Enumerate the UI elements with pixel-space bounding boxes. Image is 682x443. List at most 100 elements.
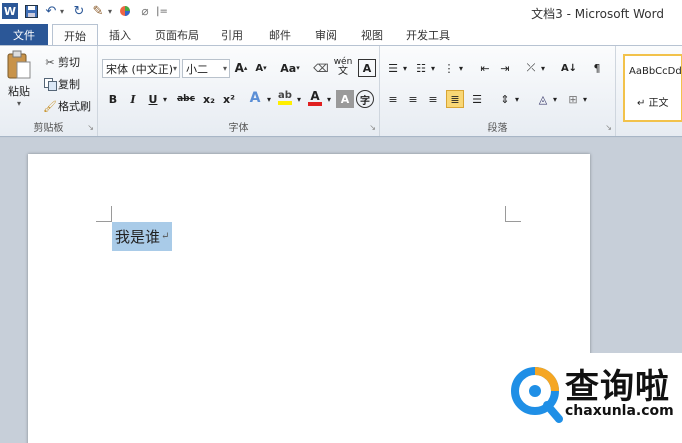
multilevel-dropdown-icon[interactable]: ▾ — [456, 59, 466, 77]
style-sample-text: AaBbCcDd — [629, 66, 682, 77]
scissors-icon: ✂ — [45, 55, 55, 69]
tab-home[interactable]: 开始 — [52, 24, 98, 46]
text-effects-dropdown-icon[interactable]: ▾ — [264, 90, 274, 108]
clipboard-launcher-icon[interactable]: ↘ — [87, 123, 94, 132]
paste-icon — [7, 50, 31, 79]
tab-insert[interactable]: 插入 — [102, 24, 138, 45]
font-color-dropdown-icon[interactable]: ▾ — [324, 90, 334, 108]
ribbon: 粘贴 ▾ ✂ 剪切 复制 🖌 格式刷 剪贴板 ↘ 宋体 (中文正) ▾ 小二 ▾ — [0, 45, 682, 137]
word-app-icon[interactable]: W — [2, 3, 18, 19]
document-text: 我是谁 — [115, 228, 161, 246]
distributed-icon[interactable]: ☰ — [468, 90, 486, 108]
font-color-button[interactable]: A — [306, 89, 324, 107]
tab-references[interactable]: 引用 — [214, 24, 250, 45]
format-painter-label: 格式刷 — [58, 100, 91, 113]
phonetic-guide-button[interactable]: wén 文 — [332, 58, 354, 77]
copy-button[interactable]: 复制 — [42, 76, 80, 92]
align-right-icon[interactable]: ≡ — [424, 90, 442, 108]
watermark-logo: 查询啦 chaxunla.com — [503, 353, 682, 443]
font-launcher-icon[interactable]: ↘ — [369, 123, 376, 132]
spelling-icon[interactable]: ✎ — [90, 3, 106, 19]
paste-button[interactable]: 粘贴 ▾ — [4, 50, 34, 112]
char-border-button[interactable]: A — [358, 59, 376, 77]
paragraph-launcher-icon[interactable]: ↘ — [605, 123, 612, 132]
line-spacing-dropdown-icon[interactable]: ▾ — [512, 90, 522, 108]
magnifier-logo-icon — [511, 367, 563, 423]
tab-review[interactable]: 审阅 — [308, 24, 344, 45]
italic-button[interactable]: I — [124, 90, 142, 108]
superscript-label: x² — [223, 92, 235, 106]
borders-dropdown-icon[interactable]: ▾ — [580, 90, 590, 108]
tab-file[interactable]: 文件 — [0, 24, 48, 45]
bold-label: B — [108, 92, 118, 106]
color-wheel-icon[interactable] — [118, 3, 132, 19]
show-marks-icon[interactable]: ¶ — [588, 59, 606, 77]
copy-icon — [42, 77, 58, 91]
enclose-char-label: 字 — [360, 95, 370, 107]
tab-mailings[interactable]: 邮件 — [262, 24, 298, 45]
chinese-layout-dropdown-icon[interactable]: ▾ — [538, 59, 548, 77]
subscript-button[interactable]: x₂ — [200, 90, 218, 108]
undo-dropdown-icon[interactable]: ▾ — [58, 3, 66, 19]
enclose-char-button[interactable]: 字 — [356, 90, 374, 108]
undo-icon[interactable]: ↶ — [44, 3, 58, 19]
margin-corner-top-right — [505, 206, 521, 222]
char-shading-icon[interactable]: A — [336, 90, 354, 108]
numbering-dropdown-icon[interactable]: ▾ — [428, 59, 438, 77]
style-normal-tile[interactable]: AaBbCcDd ↵ 正文 — [623, 54, 682, 122]
phonetic-char-icon: 文 — [338, 66, 348, 77]
tab-view[interactable]: 视图 — [354, 24, 390, 45]
superscript-button[interactable]: x² — [220, 90, 238, 108]
change-case-button[interactable]: Aa ▾ — [278, 59, 302, 77]
cut-label: 剪切 — [58, 56, 80, 69]
increase-indent-icon[interactable]: ⇥ — [496, 59, 514, 77]
paste-dropdown-icon: ▾ — [16, 99, 21, 108]
underline-dropdown-icon[interactable]: ▾ — [160, 90, 170, 108]
text-effects-icon[interactable]: A — [246, 89, 264, 107]
highlighter-icon: ab — [278, 90, 292, 101]
decrease-indent-icon[interactable]: ⇤ — [476, 59, 494, 77]
bullets-dropdown-icon[interactable]: ▾ — [400, 59, 410, 77]
format-painter-button[interactable]: 🖌 格式刷 — [42, 98, 91, 114]
customize-qat-icon[interactable]: |= — [156, 3, 168, 19]
clear-format-icon[interactable]: ⌫ — [312, 59, 330, 77]
highlight-swatch — [278, 101, 292, 105]
clipboard-group: 粘贴 ▾ ✂ 剪切 复制 🖌 格式刷 剪贴板 ↘ — [0, 46, 98, 136]
shrink-font-label: A — [255, 62, 264, 74]
change-case-dropdown-icon: ▾ — [296, 64, 300, 72]
bold-button[interactable]: B — [104, 90, 122, 108]
window-title: 文档3 - Microsoft Word — [531, 7, 664, 21]
align-center-icon[interactable]: ≡ — [404, 90, 422, 108]
watermark-url: chaxunla.com — [565, 403, 674, 419]
clipboard-group-label: 剪贴板 — [33, 123, 64, 134]
font-size-combo[interactable]: 小二 ▾ — [182, 59, 230, 78]
title-bar: W ↶ ▾ ↻ ✎ ▾ ⌀ |= 文档3 - Microsoft Word — [0, 0, 682, 24]
cut-button[interactable]: ✂ 剪切 — [42, 54, 80, 70]
align-left-icon[interactable]: ≡ — [384, 90, 402, 108]
italic-label: I — [130, 92, 136, 106]
char-border-label: A — [362, 61, 372, 75]
font-name-value: 宋体 (中文正) — [106, 62, 174, 76]
tab-developer[interactable]: 开发工具 — [400, 24, 456, 45]
strikethrough-button[interactable]: abc — [174, 90, 198, 108]
spelling-dropdown-icon[interactable]: ▾ — [106, 3, 114, 19]
grow-font-button[interactable]: A ▴ — [232, 59, 250, 77]
save-icon[interactable] — [24, 3, 38, 19]
font-color-swatch — [308, 101, 322, 106]
tab-page-layout[interactable]: 页面布局 — [148, 24, 206, 45]
selected-text[interactable]: 我是谁 ↵ — [112, 222, 173, 251]
font-size-dropdown-icon: ▾ — [222, 64, 227, 73]
shading-dropdown-icon[interactable]: ▾ — [550, 90, 560, 108]
font-name-combo[interactable]: 宋体 (中文正) ▾ — [102, 59, 180, 78]
font-group-label: 字体 — [228, 123, 249, 134]
font-size-value: 小二 — [186, 62, 208, 76]
sort-icon[interactable]: A↓ — [560, 59, 578, 77]
highlight-dropdown-icon[interactable]: ▾ — [294, 90, 304, 108]
font-name-dropdown-icon: ▾ — [172, 64, 177, 73]
shrink-font-button[interactable]: A ▾ — [252, 59, 270, 77]
subscript-label: x₂ — [203, 92, 215, 106]
justify-icon[interactable]: ≣ — [446, 90, 464, 108]
redo-icon[interactable]: ↻ — [72, 3, 86, 19]
highlight-color-button[interactable]: ab — [276, 89, 294, 107]
draw-icon[interactable]: ⌀ — [138, 3, 152, 19]
